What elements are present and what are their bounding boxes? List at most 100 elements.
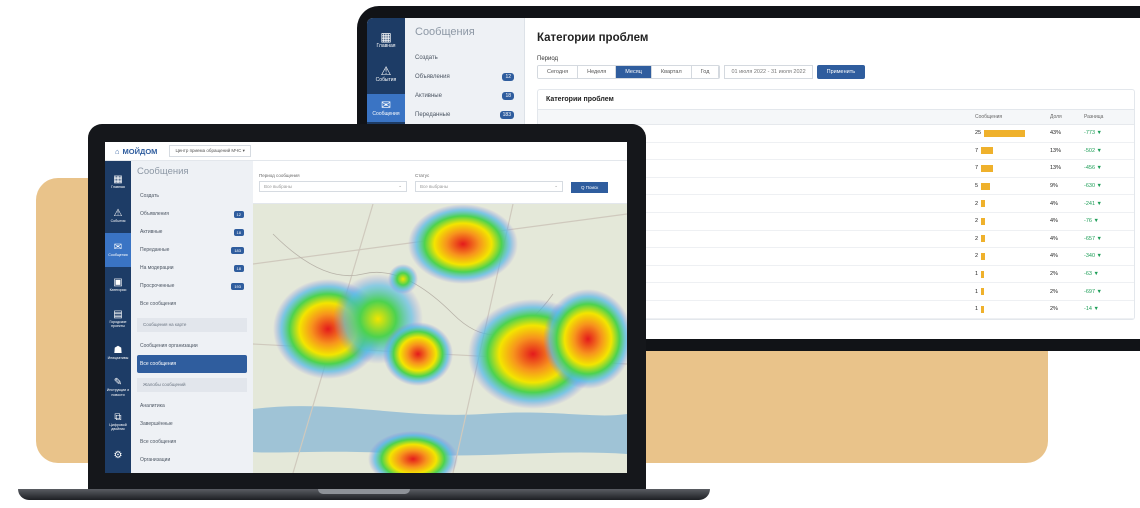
period-today[interactable]: Сегодня	[538, 66, 579, 78]
share-bar	[981, 235, 986, 243]
rail-news[interactable]: ✎ Инструкции и новости	[105, 370, 131, 404]
sidebar-section-complaints: Жалобы сообщений	[137, 378, 247, 392]
house-icon: ⌂	[115, 146, 120, 156]
messages-icon: ✉	[113, 242, 123, 254]
sidebar-item-org-messages[interactable]: Сообщения организации	[137, 337, 247, 355]
count-value: 1	[975, 306, 979, 313]
diff-value: -456 ▼	[1084, 165, 1102, 172]
rail-messages[interactable]: ✉ Сообщения	[367, 94, 405, 122]
count-badge: 183	[231, 246, 244, 254]
laptop-nav-rail: ▦ Главная ⚠ События ✉ Сообщения ▣ Категории …	[105, 161, 131, 473]
sidebar-item-transferred[interactable]: Переданные 183	[137, 241, 247, 259]
apply-button[interactable]: Применить	[816, 65, 866, 79]
count-badge: 12	[233, 210, 244, 218]
laptop-main: Период сообщения Все выбраны ⌄ Статус Все…	[253, 161, 627, 473]
diff-value: -657 ▼	[1084, 235, 1102, 242]
count-badge: 12	[502, 72, 514, 81]
heatmap-map[interactable]	[253, 204, 627, 473]
settings-icon: ⚙	[113, 450, 123, 462]
share-bar	[984, 129, 1026, 137]
warning-icon: ⚠	[380, 64, 392, 78]
organization-select[interactable]: Центр приема обращений МЧС ▾	[169, 145, 251, 157]
count-badge: 18	[233, 264, 244, 272]
sidebar-title: Сообщения	[137, 166, 189, 177]
share-bar	[981, 270, 985, 278]
sidebar-item-analytics[interactable]: Аналитика	[137, 397, 247, 415]
period-week[interactable]: Неделя	[578, 66, 617, 78]
share-bar	[981, 182, 991, 190]
rail-settings[interactable]: ⚙	[105, 439, 131, 473]
diff-value: -76 ▼	[1084, 218, 1099, 225]
page-title: Категории проблем	[537, 32, 649, 44]
sidebar-item-organizations[interactable]: Организации	[137, 451, 247, 469]
rail-home[interactable]: ▦ Главная	[105, 164, 131, 198]
count-value: 2	[975, 253, 979, 260]
sidebar-item-overdue[interactable]: Просроченные 193	[137, 277, 247, 295]
share-value: 2%	[1050, 288, 1058, 295]
diff-value: -63 ▼	[1084, 271, 1099, 278]
laptop-screen: ⌂ МОЙДОМ Центр приема обращений МЧС ▾ ▦ Гл…	[105, 142, 627, 473]
rail-events[interactable]: ⚠ События	[367, 60, 405, 88]
share-value: 4%	[1050, 235, 1058, 242]
sidebar-item-announcements[interactable]: Объявления 12	[415, 67, 514, 86]
share-bar	[981, 164, 994, 172]
sidebar-item-active[interactable]: Активные 18	[137, 223, 247, 241]
period-year[interactable]: Год	[691, 66, 720, 78]
chevron-down-icon: ⌄	[554, 183, 558, 188]
period-month[interactable]: Месяц	[616, 66, 652, 78]
home-icon: ▦	[113, 173, 123, 185]
rail-home[interactable]: ▦ Главная	[367, 26, 405, 54]
people-icon: ☗	[113, 345, 123, 357]
laptop-sidebar: Сообщения Создать Объявления 12 Активные 1…	[131, 161, 253, 473]
sidebar-item-transferred[interactable]: Переданные 183	[415, 105, 514, 124]
count-badge: 193	[231, 282, 244, 290]
sidebar-item-create[interactable]: Создать	[137, 187, 247, 205]
diff-value: -14 ▼	[1084, 306, 1099, 313]
rail-initiatives[interactable]: ☗ Инициативы	[105, 336, 131, 370]
filter-status-select[interactable]: Все выбраны ⌄	[415, 180, 563, 192]
count-value: 2	[975, 235, 979, 242]
date-range-input[interactable]: 01 июля 2022 - 31 июля 2022	[724, 65, 813, 79]
sidebar-item-completed[interactable]: Завершённые	[137, 415, 247, 433]
count-value: 2	[975, 200, 979, 207]
count-value: 7	[975, 165, 979, 172]
map-canvas	[253, 204, 627, 473]
count-value: 1	[975, 288, 979, 295]
sidebar-item-moderation[interactable]: На модерации 18	[137, 259, 247, 277]
rail-categories[interactable]: ▣ Категории	[105, 267, 131, 301]
table-header: Сообщения Доля Разница	[538, 110, 1134, 125]
rail-events[interactable]: ⚠ События	[105, 198, 131, 232]
twin-icon: ⧉	[114, 411, 122, 423]
logo: ⌂ МОЙДОМ	[115, 146, 158, 156]
laptop-notch	[318, 489, 410, 494]
sidebar-item-all[interactable]: Все сообщения	[137, 295, 247, 313]
share-bar	[981, 305, 985, 313]
count-badge: 18	[233, 228, 244, 236]
diff-value: -697 ▼	[1084, 288, 1102, 295]
sidebar-section-map: Сообщения на карте	[137, 318, 247, 332]
share-value: 9%	[1050, 183, 1058, 190]
sidebar-item-create[interactable]: Создать	[415, 48, 514, 67]
filter-period-select[interactable]: Все выбраны ⌄	[259, 180, 407, 192]
diff-value: -773 ▼	[1084, 130, 1102, 137]
period-quarter[interactable]: Квартал	[651, 66, 692, 78]
period-switch: Сегодня Неделя Месяц Квартал Год	[537, 65, 721, 79]
share-bar	[981, 200, 986, 208]
share-value: 13%	[1050, 147, 1062, 154]
share-value: 4%	[1050, 200, 1058, 207]
share-bar	[981, 217, 986, 225]
home-icon: ▦	[380, 30, 392, 44]
sidebar-item-active[interactable]: Активные 18	[415, 86, 514, 105]
count-badge: 18	[502, 91, 514, 100]
rail-city-projects[interactable]: ▤ Городские проекты	[105, 301, 131, 335]
count-value: 1	[975, 271, 979, 278]
rail-messages[interactable]: ✉ Сообщения	[105, 232, 131, 267]
search-button[interactable]: Q Поиск	[571, 181, 609, 193]
sidebar-item-all-map[interactable]: Все сообщения	[137, 355, 247, 373]
messages-icon: ✉	[380, 98, 392, 112]
sidebar-title: Сообщения	[415, 26, 475, 38]
news-icon: ✎	[113, 377, 123, 389]
sidebar-item-announcements[interactable]: Объявления 12	[137, 205, 247, 223]
sidebar-item-all-complaints[interactable]: Все сообщения	[137, 433, 247, 451]
rail-digital-twin[interactable]: ⧉ Цифровой двойник	[105, 404, 131, 438]
